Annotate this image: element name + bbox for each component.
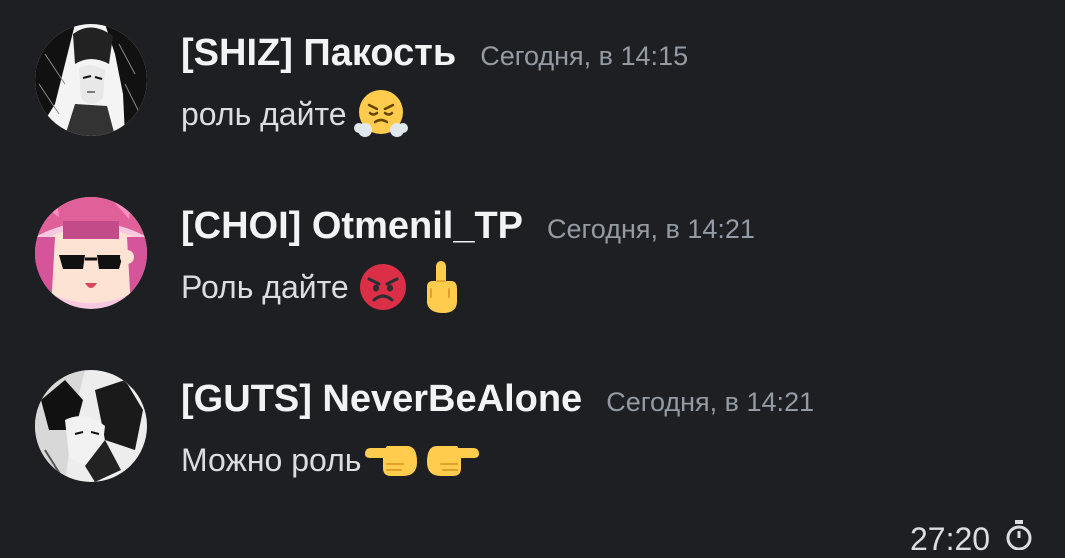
stopwatch-icon <box>1004 520 1034 551</box>
chat-message: [CHOI] Otmenil_TP Сегодня, в 14:21 Роль … <box>0 197 1065 317</box>
message-content: Роль дайте <box>181 259 469 315</box>
manga-girl-avatar-icon <box>35 24 147 136</box>
username[interactable]: [SHIZ] Пакость <box>181 32 456 75</box>
middle-finger-emoji[interactable] <box>413 259 469 315</box>
pointing-right-emoji[interactable] <box>425 432 481 488</box>
face-with-steam-emoji[interactable] <box>353 86 409 142</box>
manga-couple-avatar-icon <box>35 370 147 482</box>
message-timestamp: Сегодня, в 14:21 <box>606 387 815 417</box>
chat-message-list: [SHIZ] Пакость Сегодня, в 14:15 роль дай… <box>0 0 1065 540</box>
message-timestamp: Сегодня, в 14:21 <box>547 214 755 244</box>
anime-girl-sunglasses-avatar-icon <box>35 197 147 309</box>
message-text: Можно роль <box>181 441 362 478</box>
username[interactable]: [CHOI] Otmenil_TP <box>181 205 523 248</box>
message-header: [GUTS] NeverBeAlone Сегодня, в 14:21 <box>181 378 814 434</box>
message-timestamp: Сегодня, в 14:15 <box>480 41 689 71</box>
avatar-guts[interactable] <box>35 370 147 482</box>
chat-message: [GUTS] NeverBeAlone Сегодня, в 14:21 Мож… <box>0 370 1065 490</box>
message-content: Можно роль <box>181 432 481 488</box>
message-content: роль дайте <box>181 86 409 142</box>
angry-face-emoji[interactable] <box>355 259 411 315</box>
pointing-left-emoji[interactable] <box>363 432 419 488</box>
chat-message: [SHIZ] Пакость Сегодня, в 14:15 роль дай… <box>0 24 1065 144</box>
username[interactable]: [GUTS] NeverBeAlone <box>181 378 582 421</box>
message-text: Роль дайте <box>181 268 349 305</box>
message-header: [SHIZ] Пакость Сегодня, в 14:15 <box>181 32 688 88</box>
message-text: роль дайте <box>181 95 347 132</box>
avatar-choi[interactable] <box>35 197 147 309</box>
avatar-shiz[interactable] <box>35 24 147 136</box>
message-header: [CHOI] Otmenil_TP Сегодня, в 14:21 <box>181 205 755 261</box>
